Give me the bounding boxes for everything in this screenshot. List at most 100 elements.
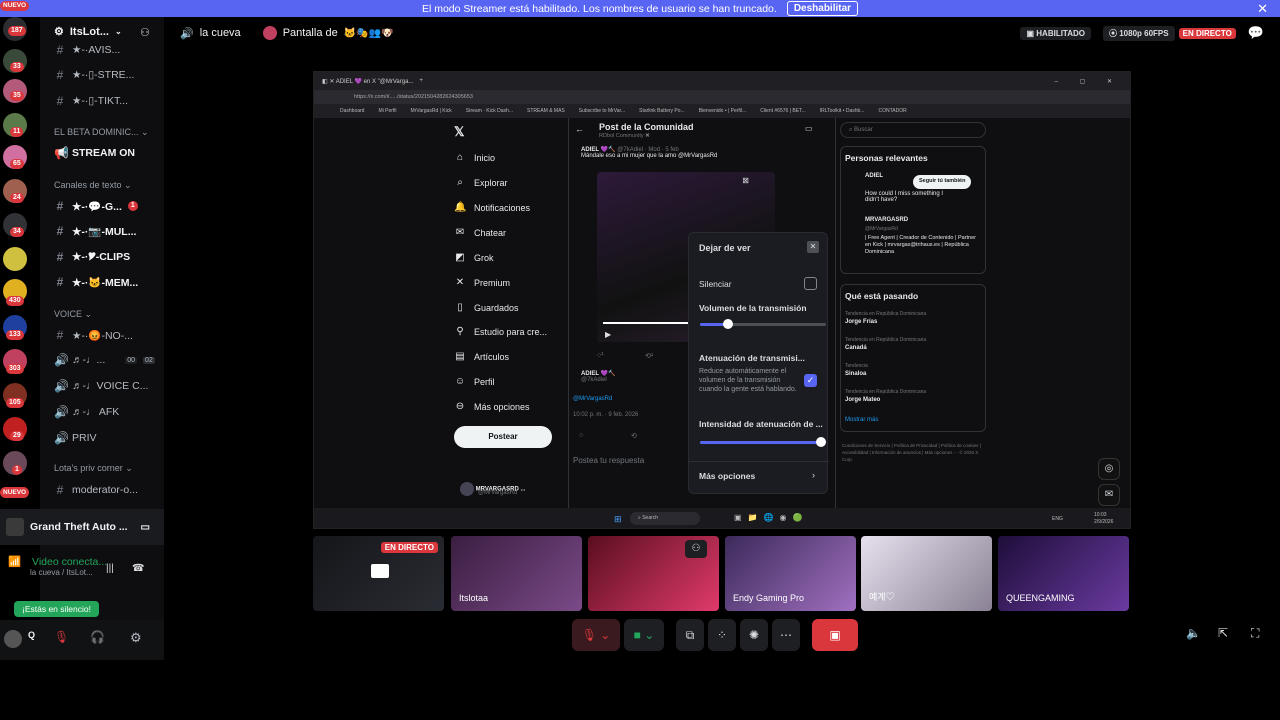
- participant-tile[interactable]: QUEENGAMING: [998, 536, 1129, 611]
- camera-button[interactable]: ■ ⌄: [624, 619, 664, 651]
- channel-item[interactable]: # ★-·🐱-MEM...: [54, 275, 139, 289]
- grok-float-icon[interactable]: ◎: [1098, 458, 1120, 480]
- nav-more[interactable]: ⊖ Más opciones: [454, 401, 530, 412]
- category-priv[interactable]: Lota's priv corner ⌄: [54, 463, 133, 474]
- reply-icon[interactable]: ○: [579, 432, 583, 439]
- nav-explore[interactable]: ⌕ Explorar: [454, 177, 507, 188]
- chat-icon[interactable]: 💬: [1248, 25, 1264, 41]
- nav-profile[interactable]: ☺ Perfil: [454, 376, 495, 387]
- windows-icon[interactable]: ⊞: [614, 514, 622, 525]
- add-friend-icon[interactable]: ⚇: [685, 540, 707, 558]
- attenuation-checkbox[interactable]: ✓: [804, 374, 817, 387]
- screen-share-icon[interactable]: ▭: [141, 522, 150, 533]
- fullscreen-icon[interactable]: ⛶: [1251, 626, 1259, 641]
- bookmark[interactable]: MrVargasRd | Kick: [411, 108, 452, 114]
- soundboard-button[interactable]: ✺: [740, 619, 768, 651]
- nav-notifications[interactable]: 🔔 Notificaciones: [454, 202, 530, 213]
- voice-channel[interactable]: 🔊 ♬-♩VOICE C...: [54, 379, 148, 393]
- x-logo[interactable]: 𝕏: [454, 124, 464, 140]
- category-text[interactable]: Canales de texto ⌄: [54, 180, 132, 191]
- nav-chat[interactable]: ✉ Chatear: [454, 227, 506, 238]
- back-arrow-icon[interactable]: ←: [575, 124, 584, 134]
- trend-item[interactable]: Sinaloa: [845, 371, 866, 377]
- server-icon[interactable]: [3, 247, 27, 271]
- voice-channel[interactable]: 🔊 PRIV: [54, 431, 97, 445]
- participant-avatars[interactable]: 🐱🎭👥🐶: [344, 28, 394, 39]
- participant-tile[interactable]: 예계♡: [861, 536, 992, 611]
- nav-grok[interactable]: ◩ Grok: [454, 252, 493, 263]
- share-screen-button[interactable]: ⧉: [676, 619, 704, 651]
- participant-tile[interactable]: Itslotaa: [451, 536, 582, 611]
- channel-item[interactable]: # moderator-o...: [54, 483, 138, 497]
- mute-checkbox[interactable]: [804, 277, 817, 290]
- channel-item[interactable]: # ★-·😡-NO-...: [54, 328, 133, 342]
- volume-slider[interactable]: [700, 319, 826, 329]
- bookmark[interactable]: CONTADOR: [878, 108, 906, 114]
- nav-home[interactable]: ⌂ Inicio: [454, 152, 495, 163]
- disconnect-icon[interactable]: ☎: [132, 563, 144, 574]
- bookmark[interactable]: Bienvenido • | Perfil...: [699, 108, 747, 114]
- bookmark[interactable]: Mi Perfil: [378, 108, 396, 114]
- channel-stream-on[interactable]: 📢 STREAM ON: [54, 146, 135, 160]
- voice-channel[interactable]: 🔊 ♬-♩ AFK: [54, 405, 119, 419]
- x-search-input[interactable]: ⌕ Buscar: [840, 122, 986, 138]
- category-beta[interactable]: EL BETA DOMINIC... ⌄: [54, 127, 149, 138]
- channel-item[interactable]: # ★-·▯-TIKT...: [54, 94, 128, 108]
- headphones-muted-icon[interactable]: 🎧: [90, 630, 105, 644]
- window-controls[interactable]: – ▢ ✕: [1055, 78, 1122, 85]
- messages-float-icon[interactable]: ✉: [1098, 484, 1120, 506]
- retweet-icon[interactable]: ⟲: [631, 432, 637, 440]
- tweet[interactable]: ADIEL 💜🔨 @7kAdiel · Mod · 5 feb Mándale …: [581, 146, 821, 159]
- volume-knob[interactable]: [722, 319, 733, 329]
- channel-item[interactable]: # ★-·📷-MUL...: [54, 224, 137, 238]
- channel-item[interactable]: # ★-·AVIS...: [54, 43, 121, 57]
- taskbar-apps[interactable]: ▣📁🌐◉🟢: [734, 513, 808, 522]
- bookmark[interactable]: Stream · Kick Dash...: [466, 108, 513, 114]
- bookmark[interactable]: Dashboard: [340, 108, 364, 114]
- video-progress[interactable]: [603, 322, 693, 324]
- participant-tile[interactable]: Endy Gaming Pro: [725, 536, 856, 611]
- stop-watching-icon[interactable]: ✕: [807, 241, 819, 253]
- trend-item[interactable]: Jorge Frías: [845, 319, 877, 325]
- voice-channel[interactable]: 🔊 ♬-♩... 00 02: [54, 353, 155, 367]
- trend-item[interactable]: Jorge Mateo: [845, 397, 880, 403]
- tab[interactable]: ◧ ✕ ADIEL 💜 en X "@MrVarga...: [322, 78, 413, 85]
- noise-icon[interactable]: |||: [106, 563, 114, 574]
- bookmark[interactable]: Subscribe to MrVar...: [579, 108, 625, 114]
- disable-streamer-button[interactable]: Deshabilitar: [786, 1, 859, 16]
- stream-tile[interactable]: EN DIRECTO: [313, 536, 444, 611]
- bookmark[interactable]: IRLToolkit • Dashb...: [820, 108, 865, 114]
- volume-icon[interactable]: 🔈: [1186, 626, 1201, 640]
- activities-button[interactable]: ⁘: [708, 619, 736, 651]
- post-button[interactable]: Postear: [454, 426, 552, 448]
- quality-pill[interactable]: ⦿ 1080p 60FPS: [1103, 25, 1175, 41]
- follow-button[interactable]: Seguir tú también: [913, 175, 972, 189]
- popout-icon[interactable]: ⇱: [1218, 626, 1228, 640]
- retweet-icon[interactable]: ⟲¹: [645, 352, 653, 360]
- channel-item[interactable]: # ★-·▯-STRE...: [54, 68, 135, 82]
- show-more-link[interactable]: Mostrar más: [845, 417, 878, 423]
- nav-premium[interactable]: ✕ Premium: [454, 277, 510, 288]
- account-switcher[interactable]: MRVARGASRD ... @MrVargasRd: [460, 482, 570, 496]
- mic-toggle-button[interactable]: 🎙 ⌄: [572, 619, 620, 651]
- avatar[interactable]: [4, 630, 22, 648]
- more-options[interactable]: Más opciones: [699, 471, 755, 481]
- bookmark[interactable]: Starlink Battery Po...: [639, 108, 685, 114]
- nav-studio[interactable]: ⚲ Estudio para cre...: [454, 326, 547, 337]
- bookmark[interactable]: STREAM & MAS: [527, 108, 565, 114]
- trend-item[interactable]: Canadá: [845, 345, 867, 351]
- settings-icon[interactable]: ⚙: [130, 630, 142, 646]
- intensity-knob[interactable]: [816, 437, 826, 447]
- mention-link[interactable]: @MrVargasRd: [573, 396, 612, 402]
- expand-icon[interactable]: ⊠: [742, 176, 749, 185]
- server-header[interactable]: ⚙ ItsLot... ⌄: [54, 25, 122, 39]
- channel-item[interactable]: # ★-·💬-G... 1: [54, 199, 138, 213]
- more-button[interactable]: ⋯: [772, 619, 800, 651]
- reply-input[interactable]: Postea tu respuesta: [573, 456, 644, 465]
- taskbar-search[interactable]: ⌕ Search: [630, 512, 700, 525]
- bookmark[interactable]: Client #6576 | BET...: [760, 108, 806, 114]
- channel-item[interactable]: # ★-·🎔-CLIPS: [54, 250, 130, 264]
- game-activity[interactable]: Grand Theft Auto ... ▭: [0, 509, 164, 545]
- nav-bookmarks[interactable]: ▯ Guardados: [454, 302, 518, 313]
- layout-icon[interactable]: ▭: [805, 124, 813, 133]
